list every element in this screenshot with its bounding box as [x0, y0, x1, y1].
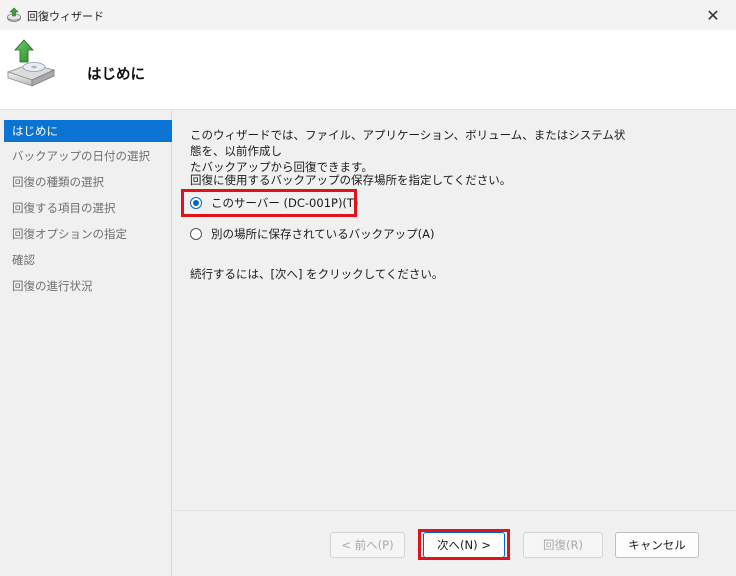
- sidebar-step-backup-date: バックアップの日付の選択: [12, 149, 150, 163]
- next-button[interactable]: 次へ(N) >: [423, 532, 505, 558]
- sidebar-step-progress: 回復の進行状況: [12, 279, 93, 293]
- close-icon: ✕: [706, 5, 720, 25]
- sidebar-step-confirm: 確認: [12, 253, 35, 267]
- continue-hint: 続行するには、[次へ] をクリックしてください。: [190, 267, 444, 281]
- title-bar: 回復ウィザード ✕: [0, 0, 736, 30]
- sidebar-step-recovery-type: 回復の種類の選択: [12, 175, 104, 189]
- backup-restore-icon: [6, 39, 56, 87]
- page-title: はじめに: [87, 67, 145, 83]
- sidebar-step-items: 回復する項目の選択: [12, 201, 116, 215]
- option-this-server[interactable]: このサーバー (DC-001P)(T): [190, 193, 358, 213]
- location-prompt: 回復に使用するバックアップの保存場所を指定してください。: [190, 173, 512, 187]
- intro-text: このウィザードでは、ファイル、アプリケーション、ボリューム、またはシステム状態を…: [190, 128, 626, 174]
- cancel-button[interactable]: キャンセル: [615, 532, 699, 558]
- radio-this-server[interactable]: [190, 197, 202, 209]
- wizard-header: はじめに: [0, 30, 736, 110]
- window-title: 回復ウィザード: [27, 10, 104, 23]
- close-button[interactable]: ✕: [690, 0, 736, 30]
- sidebar-step-options: 回復オプションの指定: [12, 227, 127, 241]
- recover-button[interactable]: 回復(R): [523, 532, 603, 558]
- wizard-content: このウィザードでは、ファイル、アプリケーション、ボリューム、またはシステム状態を…: [173, 110, 736, 510]
- option-other-location[interactable]: 別の場所に保存されているバックアップ(A): [190, 224, 435, 244]
- app-icon: [7, 7, 21, 22]
- back-button[interactable]: < 前へ(P): [330, 532, 405, 558]
- option-this-server-label: このサーバー (DC-001P)(T): [211, 196, 359, 210]
- option-other-location-label: 別の場所に保存されているバックアップ(A): [211, 227, 435, 241]
- radio-other-location[interactable]: [190, 228, 202, 240]
- wizard-steps-sidebar: はじめに バックアップの日付の選択 回復の種類の選択 回復する項目の選択 回復オ…: [0, 110, 172, 576]
- sidebar-step-intro[interactable]: はじめに: [4, 120, 172, 142]
- wizard-button-bar: < 前へ(P) 次へ(N) > 回復(R) キャンセル: [173, 510, 736, 576]
